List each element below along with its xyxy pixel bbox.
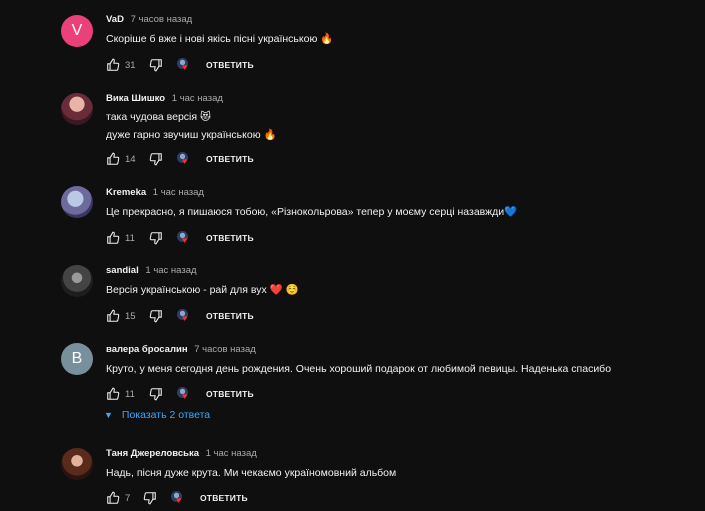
like-count: 31 (125, 59, 136, 71)
comment-header: Таня Джереловська 1 час назад (106, 448, 257, 460)
comment-text: Це прекрасно, я пишаюся тобою, «Різнокол… (106, 203, 517, 221)
creator-heart-icon: ♥ (177, 58, 191, 72)
show-replies-button[interactable]: ▼ Показать 2 ответа (104, 409, 210, 421)
timestamp[interactable]: 1 час назад (145, 265, 196, 276)
reply-button[interactable]: ОТВЕТИТЬ (206, 60, 254, 70)
timestamp[interactable]: 1 час назад (153, 187, 204, 198)
thumb-down-icon[interactable] (143, 491, 157, 505)
timestamp[interactable]: 1 час назад (172, 93, 223, 104)
avatar[interactable] (61, 265, 93, 297)
thumb-up-icon[interactable] (106, 58, 120, 72)
avatar[interactable]: B (61, 343, 93, 375)
comment-header: sandial 1 час назад (106, 265, 197, 277)
thumb-up-icon[interactable] (106, 491, 120, 505)
comment-line: така чудова версія 😻 (106, 111, 211, 123)
thumb-down-icon[interactable] (149, 231, 163, 245)
show-replies-label: Показать 2 ответа (121, 409, 211, 421)
thumb-up-icon[interactable] (106, 152, 120, 166)
creator-heart-icon: ♥ (177, 387, 191, 401)
comment-line: Надь, пісня дуже крута. Ми чекаємо украї… (106, 467, 397, 479)
comment-actions: 31 ♥ ОТВЕТИТЬ (106, 58, 254, 72)
reply-button[interactable]: ОТВЕТИТЬ (206, 154, 254, 164)
thumb-down-icon[interactable] (149, 387, 163, 401)
comment-header: Вика Шишко 1 час назад (106, 93, 223, 105)
author-name[interactable]: Kremeka (106, 187, 146, 198)
thumb-up-icon[interactable] (106, 231, 120, 245)
reply-button[interactable]: ОТВЕТИТЬ (206, 233, 254, 243)
comment-line: дуже гарно звучиш українською 🔥 (106, 129, 277, 141)
comment-header: валера бросалин 7 часов назад (106, 344, 256, 356)
comment-line: Версія українською - рай для вух ❤️ ☺️ (106, 284, 299, 296)
avatar[interactable] (61, 186, 93, 218)
creator-heart-icon: ♥ (177, 231, 191, 245)
comment-text: така чудова версія 😻 дуже гарно звучиш у… (106, 108, 277, 144)
avatar[interactable] (61, 448, 93, 480)
comment-line: Скоріше б вже і нові якісь пісні українс… (106, 33, 334, 45)
comment-text: Скоріше б вже і нові якісь пісні українс… (106, 30, 333, 48)
comment-actions: 15 ♥ ОТВЕТИТЬ (106, 309, 254, 323)
like-count: 15 (125, 310, 136, 322)
author-name[interactable]: sandial (106, 265, 139, 276)
like-count: 11 (125, 232, 135, 244)
timestamp[interactable]: 7 часов назад (194, 344, 256, 355)
comment-line: Це прекрасно, я пишаюся тобою, «Різнокол… (106, 206, 518, 218)
reply-button[interactable]: ОТВЕТИТЬ (200, 493, 248, 503)
comment-actions: 11 ♥ ОТВЕТИТЬ (106, 231, 254, 245)
reply-button[interactable]: ОТВЕТИТЬ (206, 311, 254, 321)
thumb-down-icon[interactable] (149, 58, 163, 72)
creator-heart-icon: ♥ (177, 152, 191, 166)
author-name[interactable]: Вика Шишко (106, 93, 165, 104)
author-name[interactable]: Таня Джереловська (106, 448, 199, 459)
thumb-up-icon[interactable] (106, 309, 120, 323)
author-name[interactable]: валера бросалин (106, 344, 188, 355)
creator-heart-icon: ♥ (177, 309, 191, 323)
comment-text: Надь, пісня дуже крута. Ми чекаємо украї… (106, 464, 396, 482)
avatar[interactable]: V (61, 15, 93, 47)
like-count: 7 (125, 492, 131, 504)
comment-text: Версія українською - рай для вух ❤️ ☺️ (106, 281, 299, 299)
comment-actions: 11 ♥ ОТВЕТИТЬ (106, 387, 254, 401)
comment-text: Круто, у меня сегодня день рождения. Оче… (106, 360, 611, 378)
thumb-down-icon[interactable] (149, 309, 163, 323)
reply-button[interactable]: ОТВЕТИТЬ (206, 389, 254, 399)
comment-line: Круто, у меня сегодня день рождения. Оче… (106, 363, 612, 375)
avatar[interactable] (61, 93, 93, 125)
author-name[interactable]: VaD (106, 14, 124, 25)
timestamp[interactable]: 7 часов назад (131, 14, 193, 25)
timestamp[interactable]: 1 час назад (206, 448, 257, 459)
comment-header: VaD 7 часов назад (106, 14, 192, 26)
thumb-up-icon[interactable] (106, 387, 120, 401)
thumb-down-icon[interactable] (149, 152, 163, 166)
chevron-down-icon: ▼ (104, 410, 113, 420)
creator-heart-icon: ♥ (171, 491, 185, 505)
comment-actions: 14 ♥ ОТВЕТИТЬ (106, 152, 254, 166)
like-count: 14 (125, 153, 136, 165)
like-count: 11 (125, 388, 135, 400)
comment-actions: 7 ♥ ОТВЕТИТЬ (106, 491, 248, 505)
comment-header: Kremeka 1 час назад (106, 187, 204, 199)
